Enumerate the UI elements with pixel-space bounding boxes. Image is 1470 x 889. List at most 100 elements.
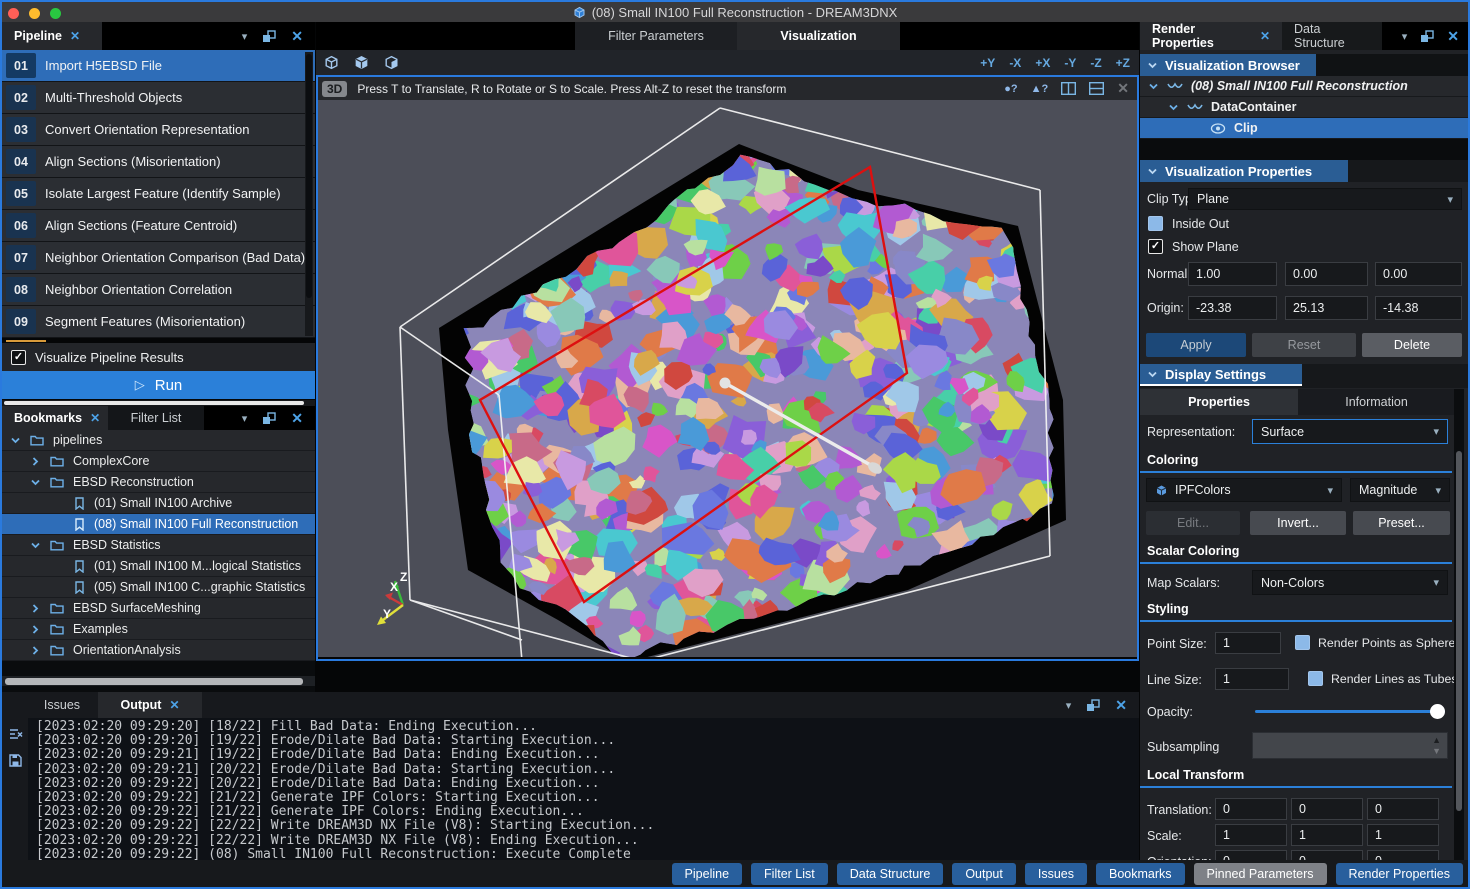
scale-z-field[interactable]: 1: [1367, 824, 1439, 846]
chevron-down-icon[interactable]: [1148, 81, 1159, 92]
line-size-field[interactable]: 1: [1215, 668, 1289, 690]
visualization-browser-header[interactable]: Visualization Browser: [1140, 54, 1316, 76]
chevron-down-icon[interactable]: [10, 435, 21, 446]
zoom-window-button[interactable]: [50, 8, 61, 19]
pipeline-item[interactable]: 08Neighbor Orientation Correlation: [2, 274, 315, 306]
tree-item-bookmark[interactable]: (08) Small IN100 Full Reconstruction: [2, 514, 315, 535]
tab-output[interactable]: Output ✕: [98, 692, 202, 718]
scale-y-field[interactable]: 1: [1291, 824, 1363, 846]
view-plus-y-button[interactable]: +Y: [980, 56, 995, 70]
delete-button[interactable]: Delete: [1362, 333, 1462, 357]
chevron-down-icon[interactable]: [30, 477, 41, 488]
points-as-spheres-checkbox[interactable]: [1295, 635, 1310, 650]
run-button[interactable]: ▷ Run: [2, 371, 315, 399]
chevron-right-icon[interactable]: [30, 603, 41, 614]
pipeline-item[interactable]: 09Segment Features (Misorientation): [2, 306, 315, 338]
view-plus-z-button[interactable]: +Z: [1116, 56, 1130, 70]
normal-y-field[interactable]: 0.00: [1285, 262, 1368, 286]
toggle-pipeline-button[interactable]: Pipeline: [672, 863, 742, 885]
opacity-slider-handle[interactable]: [1430, 704, 1445, 719]
close-tab-icon[interactable]: ✕: [90, 411, 100, 425]
toggle-filter-list-button[interactable]: Filter List: [751, 863, 828, 885]
visualize-results-checkbox[interactable]: ✓: [11, 350, 26, 365]
panel-menu-caret-icon[interactable]: ▾: [242, 30, 248, 43]
normal-x-field[interactable]: 1.00: [1188, 262, 1277, 286]
representation-dropdown[interactable]: Surface ▾: [1252, 419, 1448, 444]
orientation-y-field[interactable]: 0: [1291, 850, 1363, 860]
pipeline-item[interactable]: 07Neighbor Orientation Comparison (Bad D…: [2, 242, 315, 274]
spinner-down-icon[interactable]: ▼: [1432, 746, 1441, 756]
tree-item-folder[interactable]: Examples: [2, 619, 315, 640]
tree-item-folder[interactable]: EBSD Reconstruction: [2, 472, 315, 493]
tree-item-folder[interactable]: OrientationAnalysis: [2, 640, 315, 661]
float-panel-icon[interactable]: [1420, 30, 1434, 43]
right-panel-scrollbar[interactable]: [1454, 389, 1464, 860]
toggle-render-properties-button[interactable]: Render Properties: [1336, 863, 1463, 885]
panel-menu-caret-icon[interactable]: ▾: [242, 412, 248, 425]
view-minus-y-button[interactable]: -Y: [1064, 56, 1076, 70]
view-minus-z-button[interactable]: -Z: [1090, 56, 1101, 70]
tab-information[interactable]: Information: [1298, 389, 1455, 415]
translation-x-field[interactable]: 0: [1215, 798, 1287, 820]
chevron-right-icon[interactable]: [30, 456, 41, 467]
float-panel-icon[interactable]: [1086, 699, 1100, 712]
tab-filter-list[interactable]: Filter List: [108, 406, 204, 430]
tree-item-folder[interactable]: EBSD Statistics: [2, 535, 315, 556]
invert-colormap-button[interactable]: Invert...: [1250, 511, 1346, 535]
pipeline-item[interactable]: 03Convert Orientation Representation: [2, 114, 315, 146]
close-view-icon[interactable]: ✕: [1117, 80, 1129, 97]
translation-z-field[interactable]: 0: [1367, 798, 1439, 820]
lines-as-tubes-checkbox[interactable]: [1308, 671, 1323, 686]
browser-item-clip[interactable]: Clip: [1140, 118, 1468, 139]
panel-menu-caret-icon[interactable]: ▾: [1402, 30, 1408, 43]
bookmarks-hscrollbar[interactable]: [2, 676, 315, 686]
clear-output-icon[interactable]: [8, 727, 23, 741]
show-plane-checkbox[interactable]: ✓: [1148, 239, 1163, 254]
panel-menu-caret-icon[interactable]: ▾: [1066, 699, 1072, 712]
tab-pipeline[interactable]: Pipeline ✕: [2, 22, 102, 50]
eye-icon[interactable]: [1210, 123, 1226, 134]
browser-item-datacontainer[interactable]: DataContainer: [1140, 97, 1468, 118]
tree-item-folder[interactable]: pipelines: [2, 430, 315, 451]
orientation-x-field[interactable]: 0: [1215, 850, 1287, 860]
spinner-up-icon[interactable]: ▲: [1432, 735, 1441, 745]
close-panel-icon[interactable]: ✕: [1447, 28, 1459, 45]
tab-visualization[interactable]: Visualization: [737, 22, 900, 50]
map-scalars-dropdown[interactable]: Non-Colors ▾: [1252, 570, 1448, 595]
close-panel-icon[interactable]: ✕: [1115, 697, 1127, 714]
point-help-icon[interactable]: ●?: [1004, 83, 1017, 95]
pipeline-scrollbar[interactable]: [305, 52, 313, 336]
subsampling-spinner[interactable]: ▲ ▼: [1252, 732, 1448, 759]
component-dropdown[interactable]: Magnitude ▾: [1350, 478, 1450, 502]
cube-corner-icon[interactable]: [383, 54, 400, 71]
toggle-pinned-parameters-button[interactable]: Pinned Parameters: [1194, 863, 1327, 885]
tree-item-bookmark[interactable]: (01) Small IN100 M...logical Statistics: [2, 556, 315, 577]
chevron-right-icon[interactable]: [30, 645, 41, 656]
toggle-issues-button[interactable]: Issues: [1025, 863, 1087, 885]
view-plus-x-button[interactable]: +X: [1035, 56, 1050, 70]
toggle-output-button[interactable]: Output: [952, 863, 1016, 885]
toggle-data-structure-button[interactable]: Data Structure: [837, 863, 944, 885]
inside-out-checkbox[interactable]: [1148, 216, 1163, 231]
axis-help-icon[interactable]: ▲?: [1031, 83, 1049, 95]
save-output-icon[interactable]: [9, 754, 22, 767]
pipeline-item[interactable]: 05Isolate Largest Feature (Identify Samp…: [2, 178, 315, 210]
browser-item-pipeline[interactable]: (08) Small IN100 Full Reconstruction: [1140, 76, 1468, 97]
tab-issues[interactable]: Issues: [28, 692, 96, 718]
origin-x-field[interactable]: -23.38: [1188, 296, 1277, 320]
close-tab-icon[interactable]: ✕: [70, 29, 80, 43]
render-view-3d[interactable]: Z X Y: [318, 100, 1137, 657]
float-panel-icon[interactable]: [262, 412, 276, 425]
toggle-bookmarks-button[interactable]: Bookmarks: [1096, 863, 1185, 885]
tree-item-bookmark[interactable]: (05) Small IN100 C...graphic Statistics: [2, 577, 315, 598]
close-tab-icon[interactable]: ✕: [169, 698, 179, 712]
float-panel-icon[interactable]: [262, 30, 276, 43]
view-minus-x-button[interactable]: -X: [1009, 56, 1021, 70]
color-array-dropdown[interactable]: IPFColors ▾: [1146, 478, 1342, 502]
close-panel-icon[interactable]: ✕: [291, 410, 303, 427]
cube-axes-icon[interactable]: [323, 54, 340, 71]
tab-properties[interactable]: Properties: [1140, 389, 1298, 415]
normal-z-field[interactable]: 0.00: [1375, 262, 1462, 286]
orientation-z-field[interactable]: 0: [1367, 850, 1439, 860]
cube-solid-icon[interactable]: [353, 54, 370, 71]
